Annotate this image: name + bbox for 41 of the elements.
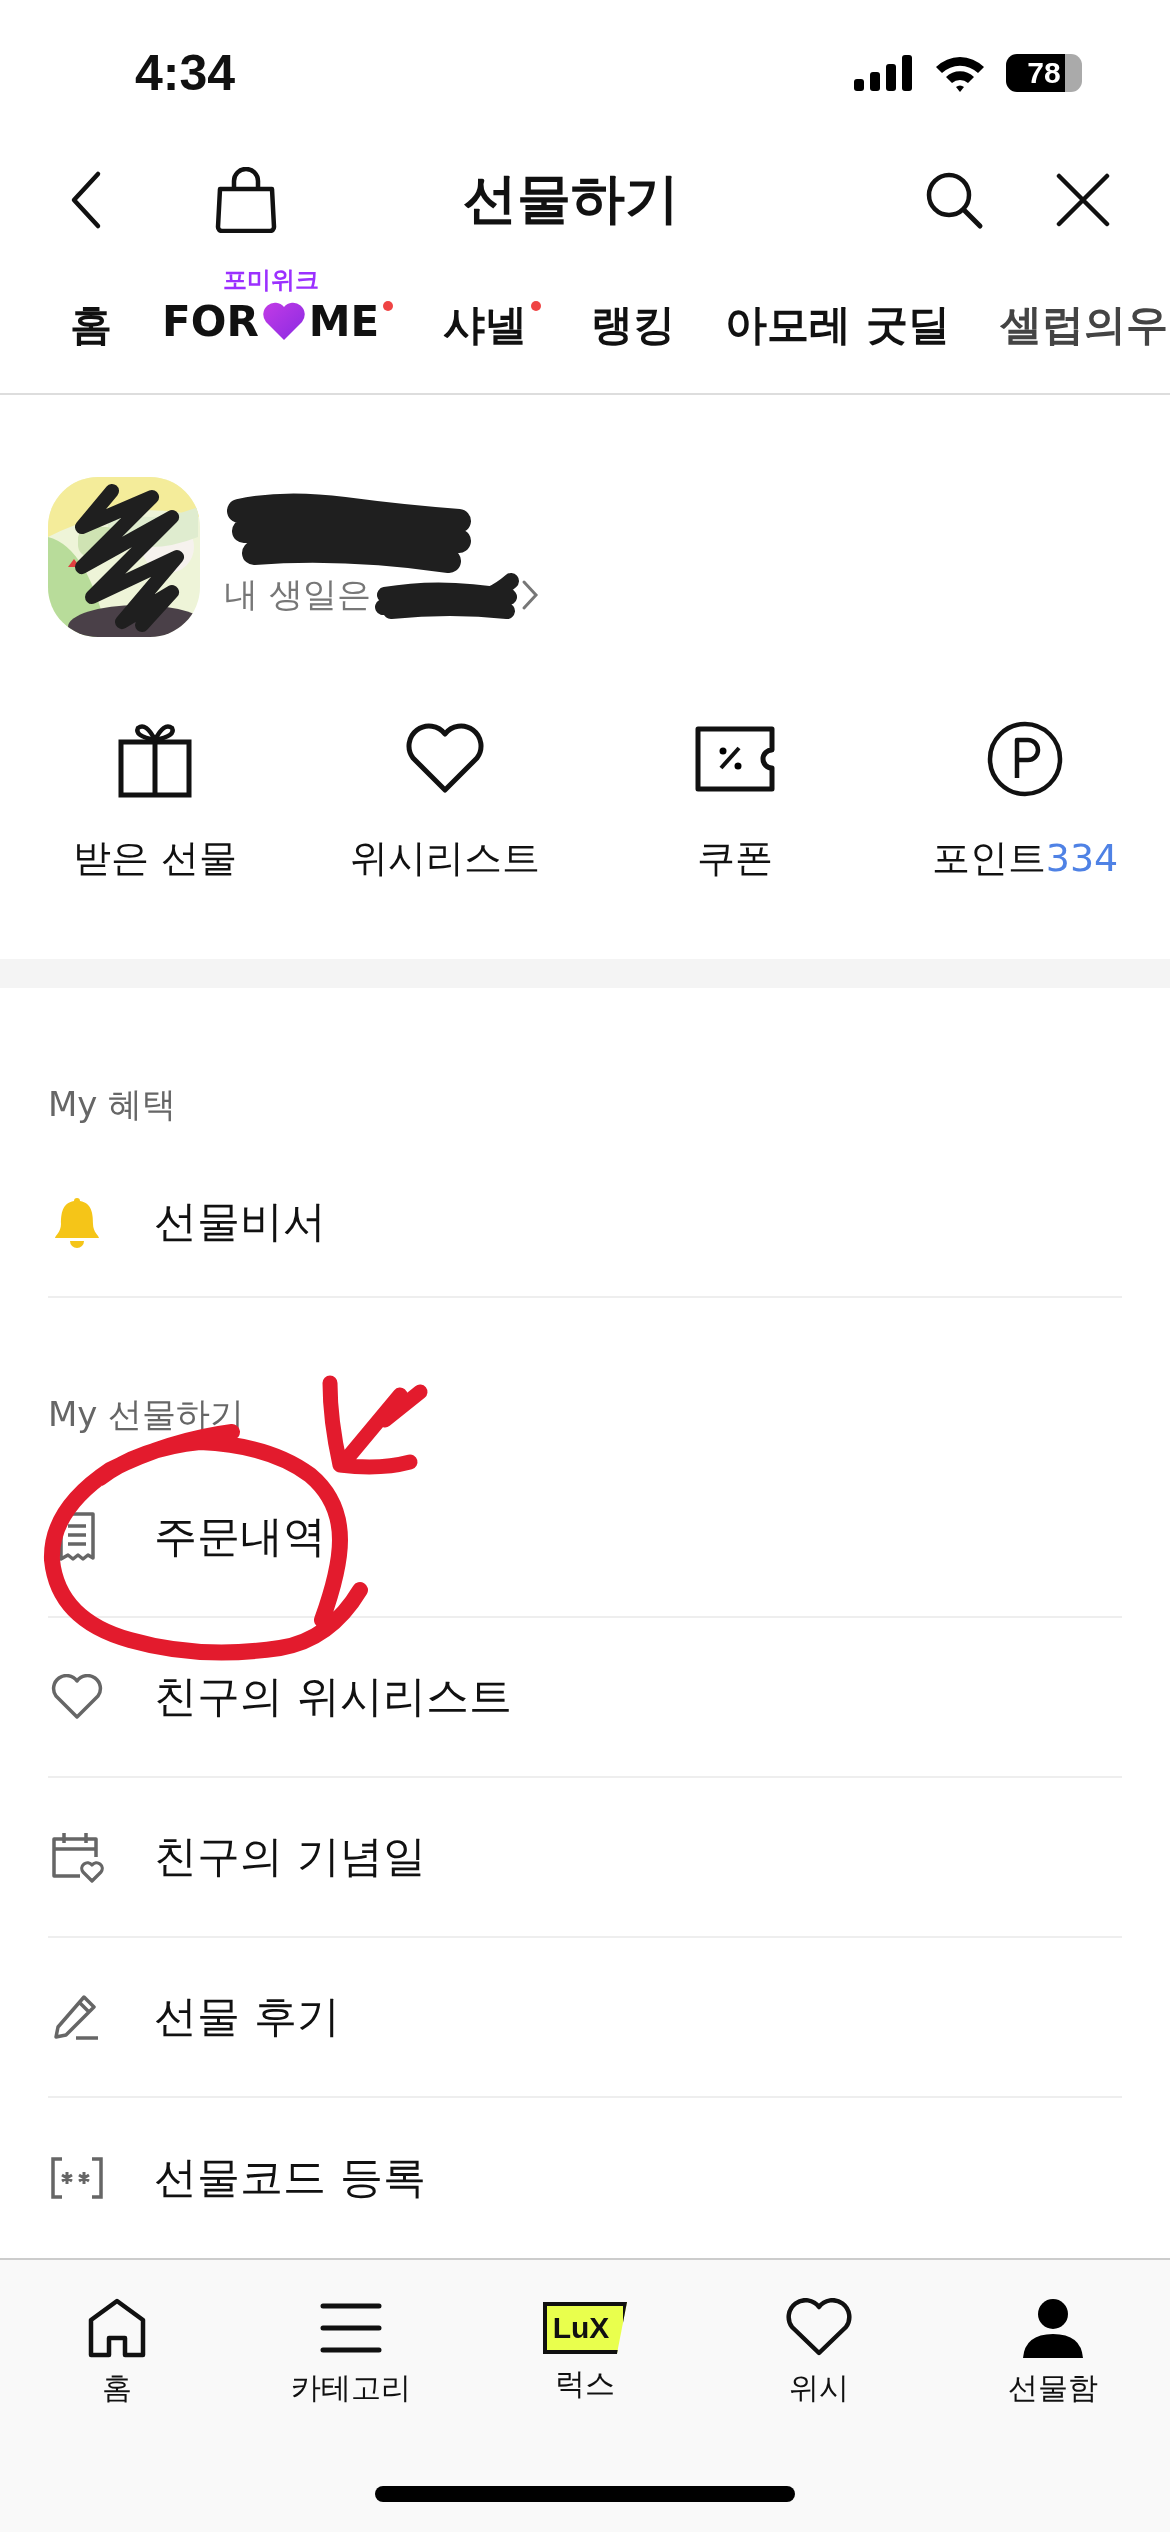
nav-tab[interactable]: LuX 럭스 (485, 2298, 685, 2410)
chevron-right-icon[interactable] (520, 578, 539, 611)
shopping-bag-icon[interactable] (214, 166, 278, 233)
heart-icon (260, 300, 307, 343)
tab[interactable]: 포미위크 FOR ME (162, 262, 394, 346)
battery-icon: 78 (1006, 54, 1082, 93)
signal-icon (854, 55, 914, 92)
tab[interactable]: 랭킹 (591, 293, 676, 354)
status-time: 4:34 (135, 44, 236, 103)
tab[interactable]: 홈 (70, 293, 112, 354)
calendar-icon (50, 1831, 104, 1884)
person-icon (1022, 2298, 1084, 2359)
section-title: My 혜택 (48, 1083, 177, 1127)
menu-row[interactable]: 주문내역 (48, 1458, 1122, 1619)
quick-menu-label[interactable]: 포인트334 (931, 832, 1119, 884)
page-title: 선물하기 (463, 166, 679, 233)
lux-logo: LuX (543, 2302, 627, 2355)
birthday-label: 내 생일은 (224, 572, 371, 616)
section-title: My 선물하기 (48, 1393, 245, 1437)
code-entry-icon (50, 2156, 104, 2201)
quick-menu-label[interactable]: 쿠폰 (697, 832, 773, 884)
wifi-icon (934, 54, 986, 93)
new-dot (383, 300, 394, 311)
nav-tab[interactable]: 선물함 (953, 2298, 1153, 2410)
heart-icon (50, 1674, 104, 1721)
nav-tab[interactable]: 홈 (17, 2298, 217, 2410)
tab[interactable]: 아모레 굿딜 (725, 293, 950, 354)
tab[interactable]: 샤넬 (443, 293, 542, 354)
home-icon (87, 2298, 147, 2359)
menu-row[interactable]: 친구의 기념일 (48, 1778, 1122, 1939)
close-icon[interactable] (1056, 172, 1110, 227)
quick-menu-label[interactable]: 위시리스트 (350, 832, 540, 884)
quick-menu-label[interactable]: 받은 선물 (72, 832, 238, 884)
menu-row[interactable]: 선물코드 등록 (48, 2098, 1122, 2259)
tab[interactable]: 셀럽의우 (999, 293, 1168, 354)
nav-tab[interactable]: 카테고리 (251, 2298, 451, 2410)
menu-row[interactable]: 선물비서 (48, 1148, 1122, 1299)
menu-row[interactable]: 선물 후기 (48, 1938, 1122, 2099)
menu-row[interactable]: 친구의 위시리스트 (48, 1618, 1122, 1779)
new-dot (531, 301, 542, 312)
nav-tab[interactable]: 위시 (719, 2298, 919, 2410)
